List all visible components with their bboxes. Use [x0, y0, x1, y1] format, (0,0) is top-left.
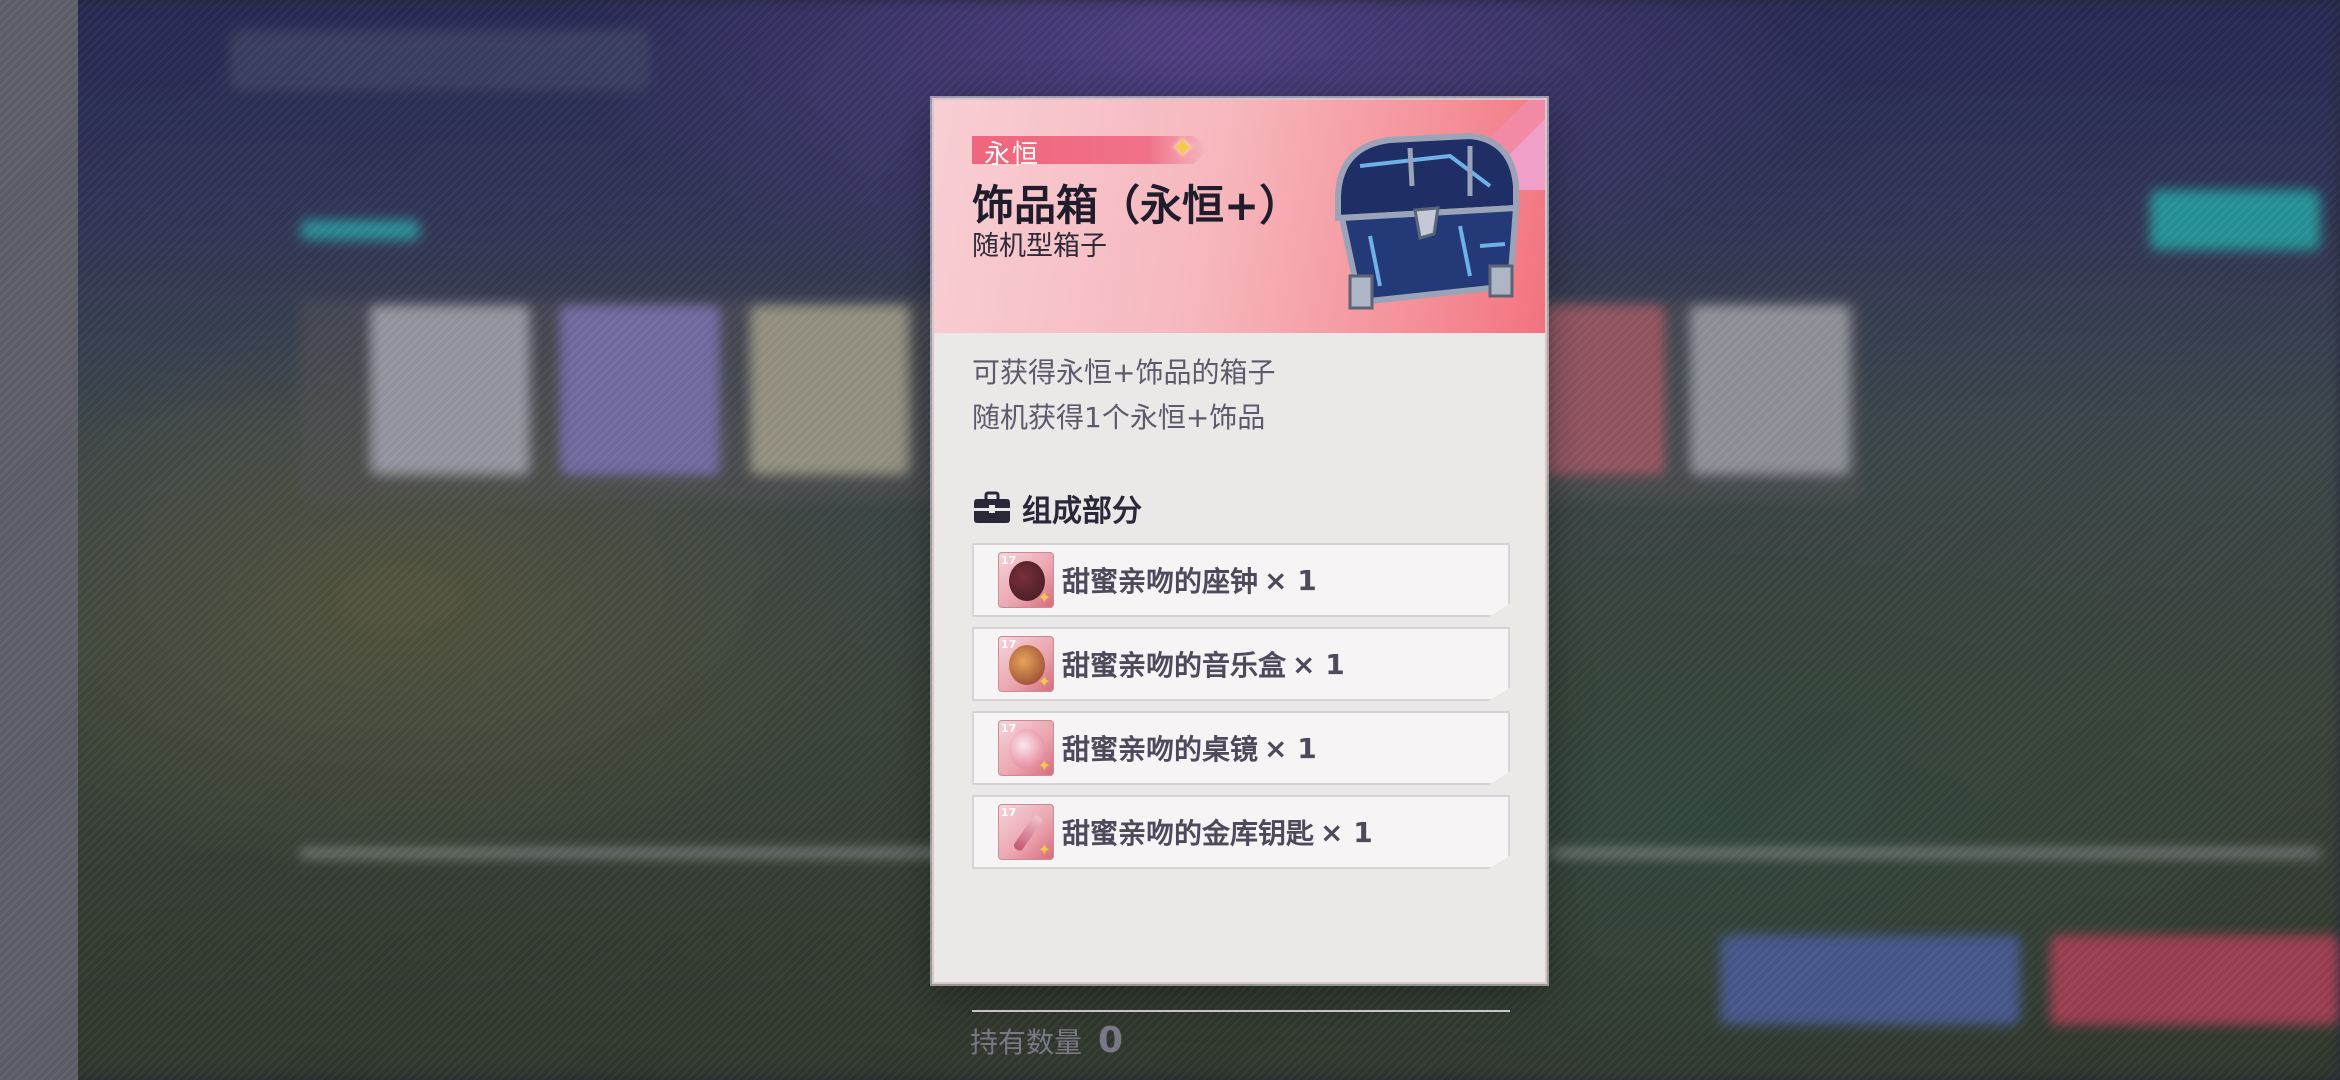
- description-line: 随机获得1个永恒+饰品: [972, 401, 1266, 434]
- component-item[interactable]: 17 ✦ 甜蜜亲吻的音乐盒 × 1: [972, 627, 1510, 701]
- component-name: 甜蜜亲吻的金库钥匙: [1062, 817, 1315, 850]
- components-header: 组成部分: [972, 488, 1142, 529]
- owned-quantity: 持有数量 0: [970, 1020, 1123, 1061]
- component-name: 甜蜜亲吻的桌镜: [1062, 733, 1259, 766]
- sparkle-star-icon: ✦: [1170, 131, 1196, 166]
- component-item[interactable]: 17 ✦ 甜蜜亲吻的桌镜 × 1: [972, 711, 1510, 785]
- toolbox-icon: [974, 491, 1010, 523]
- music-box-icon: 17 ✦: [998, 636, 1054, 692]
- vault-key-icon: 17 ✦: [998, 804, 1054, 860]
- component-item[interactable]: 17 ✦ 甜蜜亲吻的金库钥匙 × 1: [972, 795, 1510, 869]
- treasure-chest-icon: [1335, 132, 1520, 310]
- component-qty: × 1: [1264, 563, 1317, 597]
- table-mirror-icon: 17 ✦: [998, 720, 1054, 776]
- popup-header: 永恒 ✦ 饰品箱（永恒+） 随机型箱子: [934, 100, 1545, 333]
- components-title: 组成部分: [1022, 494, 1142, 529]
- table-clock-icon: 17 ✦: [998, 552, 1054, 608]
- description-line: 可获得永恒+饰品的箱子: [972, 356, 1276, 389]
- owned-label: 持有数量: [970, 1026, 1083, 1059]
- item-type: 随机型箱子: [972, 231, 1107, 262]
- component-name: 甜蜜亲吻的座钟: [1062, 565, 1259, 598]
- rarity-label: 永恒: [984, 140, 1041, 170]
- component-qty: × 1: [1264, 731, 1317, 765]
- owned-count: 0: [1098, 1020, 1124, 1061]
- component-item[interactable]: 17 ✦ 甜蜜亲吻的座钟 × 1: [972, 543, 1510, 617]
- item-description: 可获得永恒+饰品的箱子 随机获得1个永恒+饰品: [972, 350, 1275, 440]
- component-qty: × 1: [1320, 815, 1373, 849]
- component-qty: × 1: [1292, 647, 1345, 681]
- item-detail-popup: 永恒 ✦ 饰品箱（永恒+） 随机型箱子 可获得永恒+饰品的箱子 随机获得1个永恒…: [932, 98, 1547, 1061]
- divider: [972, 1010, 1510, 1012]
- component-name: 甜蜜亲吻的音乐盒: [1062, 649, 1287, 682]
